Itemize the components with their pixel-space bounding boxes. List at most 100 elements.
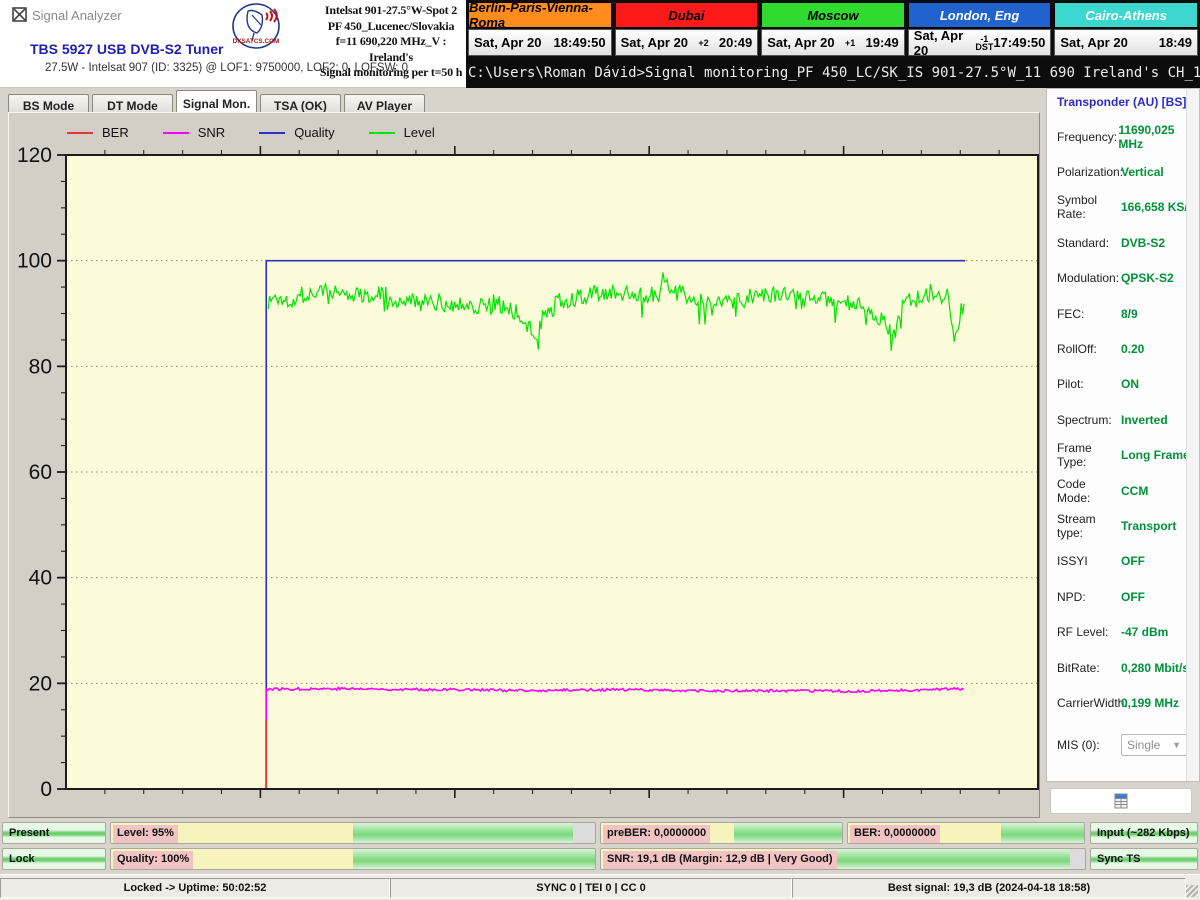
clock-city-label: Dubai [615, 2, 759, 28]
sidebar-scrollbar[interactable] [1186, 89, 1199, 781]
clock-time: 18:49 [1159, 35, 1192, 50]
calculator-icon [1112, 792, 1130, 810]
window-header: Signal Analyzer TBS 5927 USB DVB-S2 Tune… [0, 0, 466, 88]
transponder-row: Polarization:Vertical [1057, 154, 1199, 189]
meter-zone-green [353, 849, 595, 869]
transponder-value: OFF [1121, 590, 1145, 604]
meter-lock: Lock [2, 848, 106, 870]
svg-text:0: 0 [40, 778, 52, 801]
svg-text:60: 60 [29, 461, 52, 484]
transponder-label: NPD: [1057, 590, 1121, 604]
transponder-row: FEC:8/9 [1057, 296, 1199, 331]
clock-city-label: Moscow [761, 2, 905, 28]
mis-dropdown[interactable]: Single ▼ [1121, 734, 1187, 756]
transponder-value: 166,658 KS/s [1121, 200, 1194, 214]
clock-date: Sat, Apr 20 [767, 35, 834, 50]
status-best-signal: Best signal: 19,3 dB (2024-04-18 18:58) [792, 878, 1186, 898]
meter-label: Sync TS [1093, 851, 1144, 869]
transponder-value: -47 dBm [1121, 625, 1168, 639]
mis-value: Single [1127, 738, 1160, 752]
terminal-line[interactable]: C:\Users\Roman Dávid>Signal monitoring_P… [468, 60, 1198, 86]
clock-time: 19:49 [866, 35, 899, 50]
transponder-value: ON [1121, 377, 1139, 391]
transponder-value: 0,199 MHz [1121, 696, 1179, 710]
transponder-label: Stream type: [1057, 512, 1121, 540]
transponder-row: BitRate:0,280 Mbit/s [1057, 650, 1199, 685]
signal-chart-panel: BERSNRQualityLevel 020406080100120 [8, 112, 1040, 818]
meter-zone-green [734, 823, 842, 843]
transponder-row: Modulation:QPSK-S2 [1057, 261, 1199, 296]
meter-level: Level: 95% [110, 822, 596, 844]
meter-label: Input (~282 Kbps) [1093, 825, 1194, 843]
clock-date: Sat, Apr 20 [1060, 35, 1127, 50]
clock-berlin-paris-vienna-roma: Berlin-Paris-Vienna-Roma Sat, Apr 20 18:49… [468, 2, 612, 58]
logo-text: DXSATCS.COM [233, 38, 280, 45]
transponder-label: BitRate: [1057, 661, 1121, 675]
transponder-label: RollOff: [1057, 342, 1121, 356]
status-sync: SYNC 0 | TEI 0 | CC 0 [390, 878, 792, 898]
clock-time-cell: Sat, Apr 20-1DST17:49:50 [908, 29, 1052, 56]
transponder-label: Frame Type: [1057, 441, 1121, 469]
meter-label: BER: 0,0000000 [850, 825, 940, 843]
resize-grip[interactable] [1186, 885, 1198, 897]
transponder-value: CCM [1121, 484, 1148, 498]
transponder-row: NPD:OFF [1057, 579, 1199, 614]
transponder-value: DVB-S2 [1121, 236, 1165, 250]
clock-time-cell: Sat, Apr 20+220:49 [615, 29, 759, 56]
clock-dubai: DubaiSat, Apr 20+220:49 [615, 2, 759, 58]
monitoring-note: Intelsat 901-27.5°W-Spot 2 PF 450_Lucene… [316, 3, 466, 81]
clock-moscow: Moscow Sat, Apr 20 +1 19:49 [761, 2, 905, 58]
transponder-sidebar: Transponder (AU) [BS] Frequency:11690,02… [1046, 88, 1200, 782]
status-bar: Locked -> Uptime: 50:02:52 SYNC 0 | TEI … [0, 874, 1200, 900]
transponder-value: 8/9 [1121, 307, 1138, 321]
transponder-label: Frequency: [1057, 130, 1118, 144]
meter-zone-green [824, 849, 1071, 869]
transponder-row: ISSYIOFF [1057, 544, 1199, 579]
clock-city-label: Berlin-Paris-Vienna-Roma [468, 2, 612, 28]
transponder-row: Frequency:11690,025 MHz [1057, 119, 1199, 154]
clock-utc-offset: +1 [845, 39, 855, 47]
clock-time-cell: Sat, Apr 20 18:49 [1054, 29, 1198, 56]
calculator-button[interactable] [1050, 788, 1192, 814]
sidebar-title: Transponder (AU) [BS] [1047, 89, 1199, 109]
app-icon [12, 7, 27, 22]
transponder-label: Code Mode: [1057, 477, 1121, 505]
clock-utc-offset: +2 [698, 39, 708, 47]
transponder-value: 0,280 Mbit/s [1121, 661, 1189, 675]
transponder-row: Symbol Rate:166,658 KS/s [1057, 190, 1199, 225]
transponder-value: Long Frame [1121, 448, 1190, 462]
transponder-value: Inverted [1121, 413, 1168, 427]
meter-zone-green [353, 823, 573, 843]
transponder-label: ISSYI [1057, 554, 1121, 568]
chevron-down-icon: ▼ [1172, 740, 1181, 750]
transponder-label: Pilot: [1057, 377, 1121, 391]
clock-time: 17:49:50 [993, 35, 1045, 50]
meter-label: Quality: 100% [113, 851, 193, 869]
meter-snr: SNR: 19,1 dB (Margin: 12,9 dB | Very Goo… [600, 848, 1086, 870]
clock-time-cell: Sat, Apr 20 +1 19:49 [761, 29, 905, 56]
meter-label: preBER: 0,0000000 [603, 825, 710, 843]
clock-date: Sat, Apr 20 [914, 28, 976, 58]
svg-text:100: 100 [17, 250, 52, 273]
world-clocks: Berlin-Paris-Vienna-Roma Sat, Apr 20 18:49… [468, 2, 1198, 58]
meter-label: Present [5, 825, 53, 843]
meter-zone-green [1001, 823, 1084, 843]
transponder-label: Polarization: [1057, 165, 1121, 179]
transponder-label: CarrierWidth: [1057, 696, 1121, 710]
clock-time: 18:49:50 [554, 35, 606, 50]
transponder-value: Vertical [1121, 165, 1164, 179]
clock-terminal-window: Berlin-Paris-Vienna-Roma Sat, Apr 20 18:49… [466, 0, 1200, 88]
clock-city-label: London, Eng [908, 2, 1052, 28]
transponder-row: Code Mode:CCM [1057, 473, 1199, 508]
transponder-label: RF Level: [1057, 625, 1121, 639]
transponder-row: RF Level:-47 dBm [1057, 614, 1199, 649]
clock-date: Sat, Apr 20 [474, 35, 541, 50]
svg-text:20: 20 [29, 672, 52, 695]
clock-utc-offset: -1DST [975, 35, 993, 51]
transponder-rows: Frequency:11690,025 MHzPolarization:Vert… [1047, 109, 1199, 757]
transponder-row: CarrierWidth:0,199 MHz [1057, 685, 1199, 720]
transponder-row: Pilot:ON [1057, 367, 1199, 402]
transponder-row: Standard:DVB-S2 [1057, 225, 1199, 260]
meter-present: Present [2, 822, 106, 844]
transponder-value: QPSK-S2 [1121, 271, 1174, 285]
